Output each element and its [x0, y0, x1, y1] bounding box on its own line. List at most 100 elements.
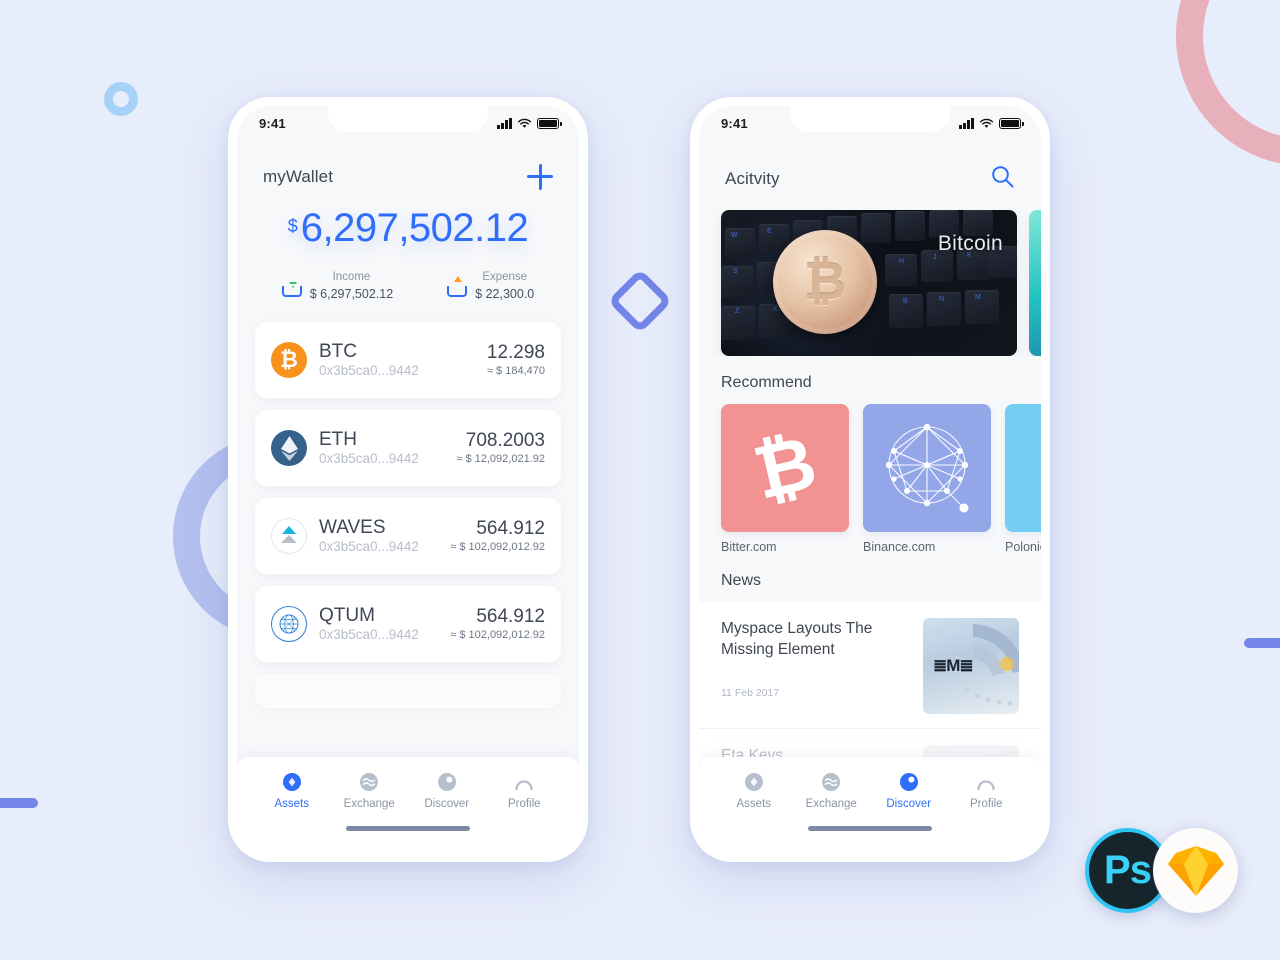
list-item[interactable]: Myspace Layouts The Missing Element 11 F…: [699, 602, 1041, 729]
poloniex-glyph-icon: [1005, 404, 1041, 532]
activity-header: Acitvity: [699, 140, 1041, 194]
asset-fiat: ≈ $ 184,470: [486, 365, 545, 378]
wifi-icon: [517, 118, 532, 128]
tab-assets[interactable]: Assets: [715, 771, 793, 810]
tab-label: Assets: [736, 798, 771, 810]
tab-exchange[interactable]: Exchange: [331, 771, 409, 810]
battery-icon: [999, 117, 1024, 129]
asset-amount: 12.298: [486, 342, 545, 364]
asset-address: 0x3b5ca0...9442: [319, 538, 419, 554]
left-bar-decoration: [0, 798, 38, 808]
banner-card-bitcoin[interactable]: Z X S W E H J K B N M ₿ Bitcoin: [721, 210, 1017, 356]
wallet-screen: 9:41 myWallet $ 6,297,502.12 Income $ 6,…: [237, 106, 579, 853]
home-indicator[interactable]: [808, 826, 932, 831]
page-title: myWallet: [263, 167, 334, 186]
exchange-icon: [358, 771, 380, 793]
news-date: 11 Feb 2017: [721, 686, 780, 699]
skyblue-ring-decoration: [104, 82, 138, 116]
table-row[interactable]: ₿ BTC 0x3b5ca0...9442 12.298 ≈ $ 184,470: [255, 322, 561, 399]
recommend-list[interactable]: ₿ Bitter.com Binance.com Poloni: [699, 404, 1041, 554]
recommend-section-title: Recommend: [721, 374, 812, 391]
asset-address: 0x3b5ca0...9442: [319, 450, 419, 466]
tab-label: Exchange: [343, 798, 395, 810]
bitcoin-glyph-icon: ₿: [721, 404, 849, 532]
asset-fiat: ≈ $ 102,092,012.92: [450, 541, 545, 554]
status-time: 9:41: [721, 115, 748, 131]
wallet-header: myWallet: [237, 140, 579, 190]
table-row[interactable]: WAVES 0x3b5ca0...9442 564.912 ≈ $ 102,09…: [255, 498, 561, 575]
search-button[interactable]: [990, 164, 1015, 194]
balance-amount: 6,297,502.12: [300, 206, 529, 250]
asset-list: ₿ BTC 0x3b5ca0...9442 12.298 ≈ $ 184,470: [237, 322, 579, 709]
asset-amount: 708.2003: [465, 430, 545, 452]
news-section-title: News: [721, 572, 762, 589]
tab-label: Profile: [969, 798, 1003, 810]
balance-section: $ 6,297,502.12 Income $ 6,297,502.12 Exp…: [237, 208, 579, 302]
bitcoin-icon: ₿: [271, 342, 307, 379]
home-indicator[interactable]: [346, 826, 470, 831]
ethereum-icon: [271, 430, 307, 467]
waves-icon: [271, 518, 307, 555]
recommend-label: Bitter.com: [721, 540, 777, 554]
bottom-tab-bar: Assets Exchange Discover Profile: [237, 757, 579, 853]
table-row[interactable]: QTUM 0x3b5ca0...9442 564.912 ≈ $ 102,092…: [255, 586, 561, 663]
expense-summary: Expense $ 22,300.0: [447, 270, 534, 302]
asset-fiat: ≈ $ 102,092,012.92: [450, 629, 545, 642]
ibm-logo-icon: ≣M≣: [933, 656, 974, 675]
phone-mockup-activity: 9:41 Acitvity Z X S W E H J K B N M ₿ Bi…: [690, 97, 1050, 862]
expense-label: Expense: [482, 271, 528, 283]
tab-discover[interactable]: Discover: [870, 771, 948, 810]
design-tool-logos: Ps: [1085, 828, 1240, 913]
tab-discover[interactable]: Discover: [408, 771, 486, 810]
tab-label: Discover: [424, 798, 470, 810]
assets-icon: [281, 771, 303, 793]
table-row-partial[interactable]: [255, 674, 561, 709]
expense-up-arrow-icon: [447, 275, 468, 298]
status-icons: [497, 117, 562, 129]
discover-icon: [436, 771, 458, 793]
tab-profile[interactable]: Profile: [948, 771, 1026, 810]
news-title: Myspace Layouts The Missing Element: [721, 620, 873, 659]
income-down-arrow-icon: [281, 275, 302, 298]
network-graph-icon: [863, 404, 991, 532]
search-icon: [992, 166, 1014, 188]
tab-assets[interactable]: Assets: [253, 771, 331, 810]
asset-symbol: BTC: [319, 341, 357, 363]
add-wallet-button[interactable]: [527, 164, 553, 190]
tab-exchange[interactable]: Exchange: [793, 771, 871, 810]
asset-fiat: ≈ $ 12,092,021.92: [456, 453, 545, 466]
list-item[interactable]: Polonie: [1005, 404, 1041, 554]
asset-address: 0x3b5ca0...9442: [319, 626, 419, 642]
status-time: 9:41: [259, 115, 286, 131]
phone-mockup-wallet: 9:41 myWallet $ 6,297,502.12 Income $ 6,…: [228, 97, 588, 862]
tab-label: Discover: [886, 798, 932, 810]
device-notch: [328, 106, 488, 132]
activity-screen: 9:41 Acitvity Z X S W E H J K B N M ₿ Bi…: [699, 106, 1041, 853]
asset-amount: 564.912: [476, 518, 545, 540]
income-label: Income: [332, 271, 371, 283]
signal-icon: [959, 117, 974, 129]
battery-icon: [537, 117, 562, 129]
asset-symbol: WAVES: [319, 517, 386, 539]
status-icons: [959, 117, 1024, 129]
asset-symbol: QTUM: [319, 605, 375, 627]
currency-symbol: $: [287, 216, 298, 236]
pink-ring-decoration: [1176, 0, 1280, 166]
banner-title: Bitcoin: [937, 232, 1003, 255]
wifi-icon: [979, 118, 994, 128]
signal-icon: [497, 117, 512, 129]
recommend-label: Binance.com: [863, 540, 936, 554]
banner-card-secondary[interactable]: [1029, 210, 1041, 356]
total-balance: $ 6,297,502.12: [288, 208, 529, 248]
sketch-gem-icon: [1167, 845, 1224, 896]
tab-profile[interactable]: Profile: [486, 771, 564, 810]
tab-label: Assets: [274, 798, 309, 810]
profile-icon: [975, 771, 997, 793]
recommend-label: Polonie: [1005, 540, 1041, 554]
list-item[interactable]: Binance.com: [863, 404, 991, 554]
page-title: Acitvity: [725, 169, 780, 188]
list-item[interactable]: ₿ Bitter.com: [721, 404, 849, 554]
asset-amount: 564.912: [476, 606, 545, 628]
banner-carousel[interactable]: Z X S W E H J K B N M ₿ Bitcoin: [699, 210, 1041, 356]
table-row[interactable]: ETH 0x3b5ca0...9442 708.2003 ≈ $ 12,092,…: [255, 410, 561, 487]
